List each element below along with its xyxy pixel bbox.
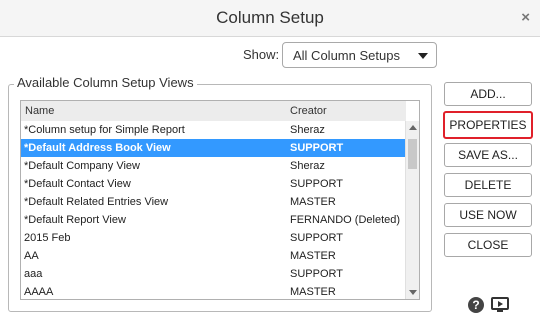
list-item-name: *Default Company View: [24, 160, 140, 172]
list-item-creator: Sheraz: [290, 160, 325, 172]
scroll-down-icon[interactable]: [409, 290, 417, 295]
list-item[interactable]: *Column setup for Simple Report Sheraz: [21, 121, 406, 139]
delete-button[interactable]: DELETE: [444, 173, 532, 197]
list-item[interactable]: *Default Address Book View SUPPORT: [21, 139, 406, 157]
list-item[interactable]: *Default Related Entries View MASTER: [21, 193, 406, 211]
list-item-creator: SUPPORT: [290, 232, 343, 244]
list-item-name: AA: [24, 250, 39, 262]
list-item-name: *Default Contact View: [24, 178, 131, 190]
title-bar: Column Setup ×: [0, 0, 540, 37]
help-icon[interactable]: ?: [468, 297, 484, 313]
video-icon[interactable]: [491, 297, 509, 313]
list-item-creator: SUPPORT: [290, 178, 343, 190]
show-dropdown[interactable]: All Column Setups: [282, 42, 437, 68]
list-item-creator: FERNANDO (Deleted): [290, 214, 401, 226]
list-item-name: *Default Related Entries View: [24, 196, 169, 208]
list-item[interactable]: aaa SUPPORT: [21, 265, 406, 283]
list-item-creator: MASTER: [290, 196, 336, 208]
list-item-creator: SUPPORT: [290, 268, 343, 280]
scroll-up-icon[interactable]: [409, 125, 417, 130]
scrollbar-thumb[interactable]: [408, 139, 417, 169]
list-item[interactable]: *Default Company View Sheraz: [21, 157, 406, 175]
list-item-creator: MASTER: [290, 250, 336, 262]
list-item-name: AAAA: [24, 286, 54, 298]
list-item[interactable]: *Default Report View FERNANDO (Deleted): [21, 211, 406, 229]
list-item[interactable]: AAAA MASTER: [21, 283, 406, 299]
add-button[interactable]: ADD...: [444, 82, 532, 106]
group-legend: Available Column Setup Views: [14, 75, 197, 90]
close-button[interactable]: CLOSE: [444, 233, 532, 257]
column-setup-list[interactable]: Name Creator *Column setup for Simple Re…: [20, 100, 420, 300]
show-dropdown-value: All Column Setups: [293, 48, 400, 63]
properties-button[interactable]: PROPERTIES: [443, 111, 533, 139]
list-item-creator: MASTER: [290, 286, 336, 298]
save-as-button[interactable]: SAVE AS...: [444, 143, 532, 167]
list-item-name: *Default Address Book View: [24, 142, 171, 154]
list-item-creator: SUPPORT: [290, 142, 344, 154]
chevron-down-icon: [418, 53, 428, 59]
list-item-name: *Default Report View: [24, 214, 126, 226]
list-rows: *Column setup for Simple Report Sheraz *De…: [21, 121, 406, 299]
dialog-title: Column Setup: [216, 8, 324, 27]
vertical-scrollbar[interactable]: [405, 121, 419, 299]
list-item[interactable]: AA MASTER: [21, 247, 406, 265]
show-label: Show:: [243, 47, 280, 62]
list-item-name: aaa: [24, 268, 43, 280]
list-header: Name Creator: [21, 101, 406, 121]
list-item[interactable]: *Default Contact View SUPPORT: [21, 175, 406, 193]
column-header-name[interactable]: Name: [25, 105, 54, 117]
close-icon[interactable]: ×: [521, 9, 530, 27]
list-item-creator: Sheraz: [290, 124, 325, 136]
list-item-name: 2015 Feb: [24, 232, 71, 244]
list-item-name: *Column setup for Simple Report: [24, 124, 185, 136]
list-item[interactable]: 2015 Feb SUPPORT: [21, 229, 406, 247]
column-header-creator[interactable]: Creator: [290, 105, 327, 117]
use-now-button[interactable]: USE NOW: [444, 203, 532, 227]
